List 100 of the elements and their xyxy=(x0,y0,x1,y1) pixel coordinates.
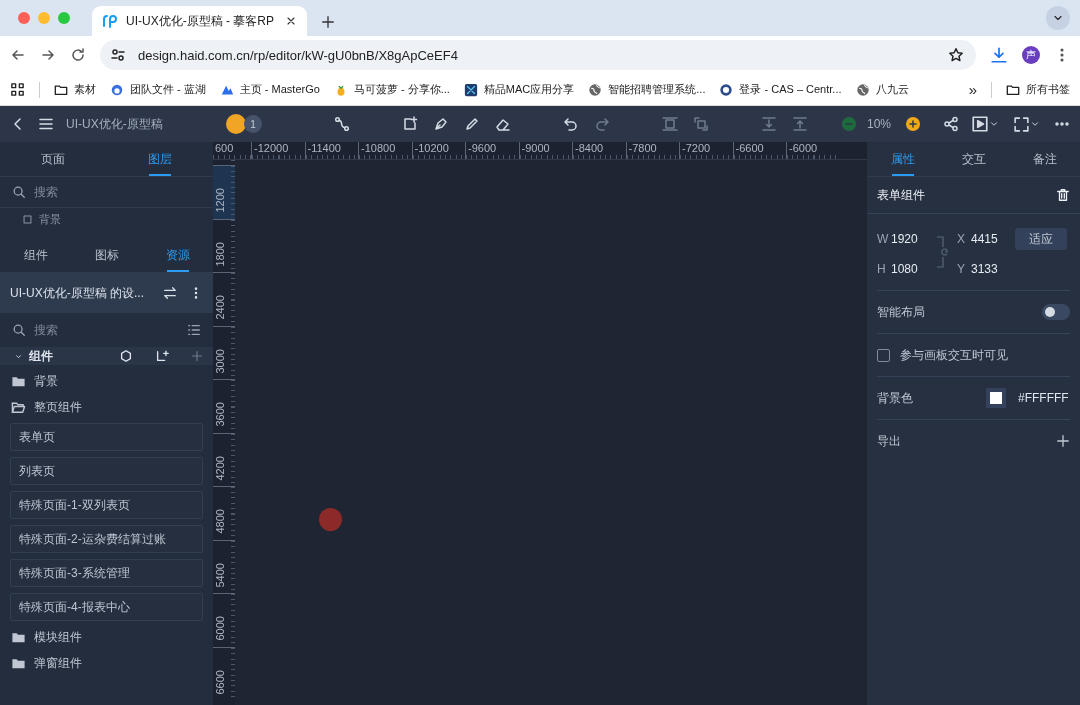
smart-layout-label: 智能布局 xyxy=(877,303,925,321)
forward-icon[interactable] xyxy=(40,47,56,63)
ruler-label: 4800 xyxy=(213,508,227,536)
search-field[interactable]: 搜索 xyxy=(34,185,154,199)
globe-icon xyxy=(588,82,603,97)
address-bar[interactable]: design.haid.com.cn/rp/editor/kW-gU0bnB/X8gApCeEF4 xyxy=(100,40,976,70)
component-item[interactable]: 特殊页面-2-运杂费结算过账 xyxy=(10,525,203,553)
component-item[interactable]: 特殊页面-3-系统管理 xyxy=(10,559,203,587)
layer-frame-icon xyxy=(22,213,33,225)
bookmark[interactable]: 智能招聘管理系统... xyxy=(588,82,706,97)
folder-label[interactable]: 模块组件 xyxy=(34,628,82,646)
dimension-value[interactable]: 4415 xyxy=(971,232,1015,246)
project-title: UI-UX优化-原型稿 xyxy=(66,115,164,133)
group-label[interactable]: 组件 xyxy=(29,347,53,365)
redo-icon[interactable] xyxy=(594,116,610,132)
collaborator-avatar[interactable] xyxy=(226,114,246,134)
component-item[interactable]: 特殊页面-4-报表中心 xyxy=(10,593,203,621)
bookmark[interactable]: 精品MAC应用分享 xyxy=(463,82,575,97)
panel-tab[interactable]: 备注 xyxy=(1009,142,1080,176)
axis-label: W xyxy=(877,232,890,246)
collaborator-count: 1 xyxy=(244,115,262,133)
group-frame-icon[interactable] xyxy=(693,116,709,132)
checkbox[interactable] xyxy=(877,348,890,362)
axis-label: H xyxy=(877,262,887,276)
axis-label: X xyxy=(957,232,966,246)
bookmark[interactable]: 素材 xyxy=(54,82,96,97)
component-icon[interactable] xyxy=(119,349,133,363)
distribute-up-icon[interactable] xyxy=(792,116,808,132)
bookmark[interactable]: 主页 - MasterGo xyxy=(219,82,320,97)
ruler-label: -10800 xyxy=(361,142,396,154)
folder-label[interactable]: 弹窗组件 xyxy=(34,654,82,672)
dimension-value[interactable]: 3133 xyxy=(971,262,1015,276)
x-logo-icon xyxy=(463,82,478,97)
asset-tab[interactable]: 图标 xyxy=(71,238,142,272)
swap-icon[interactable] xyxy=(163,286,177,300)
bookmark[interactable]: 团队文件 - 蓝湖 xyxy=(110,82,206,97)
star-icon[interactable] xyxy=(948,47,964,63)
ruler-label: 3000 xyxy=(213,347,227,375)
list-view-icon[interactable] xyxy=(187,323,201,337)
layer-name[interactable]: 背景 xyxy=(39,211,61,227)
toggle-switch[interactable] xyxy=(1042,304,1070,320)
cursor-dot xyxy=(319,508,342,531)
add-component-icon[interactable] xyxy=(155,349,169,363)
panel-tab[interactable]: 交互 xyxy=(938,142,1009,176)
undo-icon[interactable] xyxy=(563,116,579,132)
site-settings-icon[interactable] xyxy=(110,47,126,63)
menu-icon[interactable] xyxy=(38,116,54,132)
play-icon[interactable] xyxy=(971,115,989,133)
ruler-label: -7200 xyxy=(682,142,711,154)
component-item[interactable]: 表单页 xyxy=(10,423,203,451)
color-swatch[interactable] xyxy=(990,392,1002,404)
close-icon[interactable] xyxy=(285,15,297,27)
add-frame-icon[interactable] xyxy=(402,116,418,132)
checkbox-label: 参与画板交互时可见 xyxy=(900,346,1008,364)
download-icon[interactable] xyxy=(990,46,1008,64)
dimension-value[interactable]: 1920 xyxy=(891,232,935,246)
bookmark[interactable]: 八九云 xyxy=(855,82,909,97)
dimension-value[interactable]: 1080 xyxy=(891,262,935,276)
color-value[interactable]: #FFFFFF xyxy=(1018,391,1070,405)
new-tab-icon[interactable] xyxy=(321,15,335,29)
distribute-down-icon[interactable] xyxy=(761,116,777,132)
caret-icon[interactable] xyxy=(989,119,999,129)
seal-icon xyxy=(719,82,734,97)
back-icon[interactable] xyxy=(10,47,26,63)
fit-button[interactable]: 适应 xyxy=(1015,228,1067,250)
search-icon xyxy=(12,185,26,199)
browser-tab[interactable]: UI-UX优化-原型稿 - 摹客RP xyxy=(92,6,307,36)
component-item[interactable]: 列表页 xyxy=(10,457,203,485)
component-item[interactable]: 特殊页面-1-双列表页 xyxy=(10,491,203,519)
mascot-icon xyxy=(110,82,124,97)
pen-icon[interactable] xyxy=(433,116,449,132)
panel-tab[interactable]: 页面 xyxy=(0,142,107,176)
library-title: UI-UX优化-原型稿 的设... xyxy=(10,284,145,302)
search-field[interactable]: 搜索 xyxy=(34,323,154,337)
zoom-in-icon[interactable] xyxy=(905,116,921,132)
section-title: 表单组件 xyxy=(877,186,925,204)
share-icon[interactable] xyxy=(943,116,959,132)
tab-list-button[interactable] xyxy=(1046,6,1070,30)
bookmark[interactable]: 马可菠萝 - 分享你... xyxy=(333,82,450,97)
asset-tab[interactable]: 组件 xyxy=(0,238,71,272)
caret-icon[interactable] xyxy=(1030,119,1040,129)
profile-avatar[interactable]: 声 xyxy=(1022,46,1040,64)
folder-label[interactable]: 背景 xyxy=(34,372,58,390)
panel-tab[interactable]: 属性 xyxy=(867,142,938,176)
apps-icon[interactable] xyxy=(10,82,25,97)
all-bookmarks-folder[interactable]: 所有书签 xyxy=(1006,82,1070,97)
connector-icon[interactable] xyxy=(334,116,350,132)
asset-tab[interactable]: 资源 xyxy=(142,238,213,272)
ruler-label: 600 xyxy=(215,142,234,154)
pencil-icon[interactable] xyxy=(464,116,480,132)
delete-icon[interactable] xyxy=(1056,188,1070,202)
eraser-icon[interactable] xyxy=(495,116,511,132)
add-icon[interactable] xyxy=(1056,434,1070,448)
background-color-label: 背景色 xyxy=(877,389,914,407)
panel-tab[interactable]: 图层 xyxy=(106,142,213,176)
reload-icon[interactable] xyxy=(70,47,86,63)
fullscreen-icon[interactable] xyxy=(1013,115,1030,133)
more-bookmarks-button[interactable]: » xyxy=(968,81,977,98)
bookmark[interactable]: 登录 - CAS – Centr... xyxy=(719,82,842,97)
folder-label[interactable]: 整页组件 xyxy=(34,398,82,416)
